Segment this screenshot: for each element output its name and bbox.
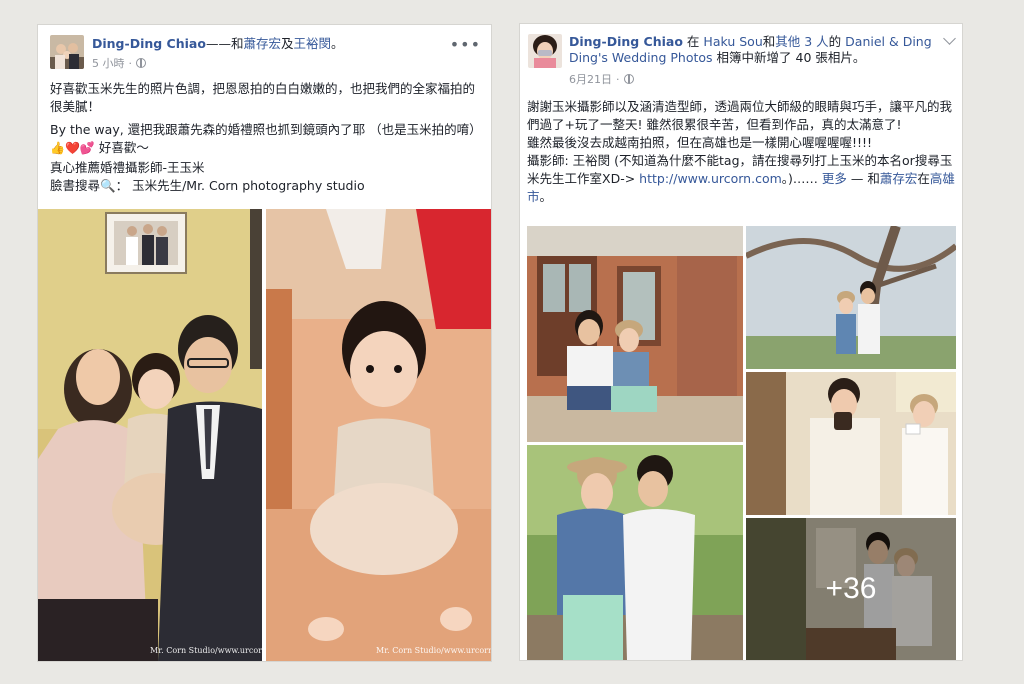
and-word: 及 [280, 36, 294, 51]
paragraph-3: 攝影師: 王裕閔 (不知道為什麼不能tag，請在搜尋列打上玉米的本名or搜尋玉米… [527, 152, 955, 206]
of-word: 的 [828, 34, 842, 49]
post-meta: 6月21日 · [569, 71, 634, 87]
paragraph-1: 謝謝玉米攝影師以及涵清造型師，透過兩位大師級的眼睛與巧手，讓平凡的我們過了+玩了… [527, 99, 953, 132]
photo-more[interactable]: +36 [746, 518, 956, 660]
place-link[interactable]: Haku Sou [703, 34, 762, 49]
paragraph-3-suffix: 。)…… [781, 171, 822, 186]
post-date[interactable]: 6月21日 [569, 71, 612, 87]
period: 。 [331, 36, 344, 51]
photo-tree[interactable] [746, 226, 956, 369]
right-post: Ding-Ding Chiao 在 Haku Sou和其他 3 人的 Danie… [520, 24, 962, 660]
see-more-link[interactable]: 更多 [822, 171, 847, 186]
photo-tea[interactable] [746, 372, 956, 515]
paragraph-1: 好喜歡玉米先生的照片色調，把恩恩拍的白白嫩嫩的，也把我們的全家福拍的很美膩！ [50, 81, 476, 114]
added-text: 相簿中新增了 40 張相片。 [716, 50, 866, 65]
more-options-button[interactable]: ••• [450, 35, 481, 54]
watermark-2: Mr. Corn Studio/www.urcorn [376, 646, 491, 655]
photo-family[interactable]: Mr. Corn Studio/www.urcorn [38, 209, 262, 661]
paragraph-2: 雖然最後沒去成越南拍照，但在高雄也是一樣開心喔喔喔喔!!!! [527, 135, 873, 150]
recommend-line: 真心推薦婚禮攝影師-王玉米 [50, 160, 205, 175]
search-line: 臉書搜尋🔍： 玉米先生/Mr. Corn photography studio [50, 177, 480, 195]
author-line: Ding-Ding Chiao 在 Haku Sou和其他 3 人的 Danie… [569, 34, 939, 66]
paragraph-2-end: 好喜歡～ [98, 140, 149, 155]
chevron-down-icon[interactable] [943, 32, 956, 45]
with-dash: — 和 [846, 171, 880, 186]
author-name[interactable]: Ding-Ding Chiao [92, 36, 206, 51]
post-time[interactable]: 5 小時 [92, 55, 125, 71]
search-rest: ： 玉米先生/Mr. Corn photography studio [115, 178, 365, 193]
photo-baby[interactable]: Mr. Corn Studio/www.urcorn [266, 209, 491, 661]
post-text: 好喜歡玉米先生的照片色調，把恩恩拍的白白嫩嫩的，也把我們的全家福拍的很美膩！ B… [50, 80, 482, 195]
author-avatar[interactable] [528, 34, 562, 68]
paragraph-2: By the way, 還把我跟蕭先森的婚禮照也抓到鏡頭內了耶 （也是玉米拍的唷… [50, 121, 482, 157]
watermark-1: Mr. Corn Studio/www.urcorn [150, 646, 262, 655]
globe-icon [623, 74, 634, 84]
author-line: Ding-Ding Chiao——和蕭存宏及王裕閔。 [92, 36, 344, 52]
tagged-user-1[interactable]: 蕭存宏 [243, 36, 281, 51]
at-word: 在 [686, 34, 700, 49]
meta-separator: · [616, 72, 620, 86]
search-prefix: 臉書搜尋 [50, 178, 101, 193]
post-meta: 5 小時 · [92, 55, 146, 71]
period: 。 [539, 189, 553, 204]
tagged-user-2[interactable]: 王裕閔 [293, 36, 331, 51]
post-text: 謝謝玉米攝影師以及涵清造型師，透過兩位大師級的眼睛與巧手，讓平凡的我們過了+玩了… [527, 98, 955, 206]
with-connector: ——和 [205, 36, 244, 51]
more-photos-count[interactable]: +36 [746, 518, 956, 660]
others-link[interactable]: 其他 3 人 [775, 34, 828, 49]
photo-brick-building[interactable] [527, 226, 743, 442]
website-link[interactable]: http://www.urcorn.com [639, 171, 782, 186]
author-name[interactable]: Ding-Ding Chiao [569, 34, 683, 49]
and-word: 和 [762, 34, 776, 49]
magnifier-icon: 🔍 [100, 178, 116, 193]
left-post: Ding-Ding Chiao——和蕭存宏及王裕閔。 5 小時 · ••• 好喜… [38, 25, 491, 661]
tagged-user[interactable]: 蕭存宏 [880, 171, 918, 186]
in-word: 在 [917, 171, 930, 186]
photo-hats[interactable] [527, 445, 743, 660]
author-avatar[interactable] [50, 35, 84, 69]
globe-icon [136, 58, 146, 68]
emoji-group: 👍❤️💕 [50, 141, 95, 155]
meta-separator: · [128, 56, 133, 70]
paragraph-2-text: By the way, 還把我跟蕭先森的婚禮照也抓到鏡頭內了耶 （也是玉米拍的唷… [50, 122, 482, 137]
